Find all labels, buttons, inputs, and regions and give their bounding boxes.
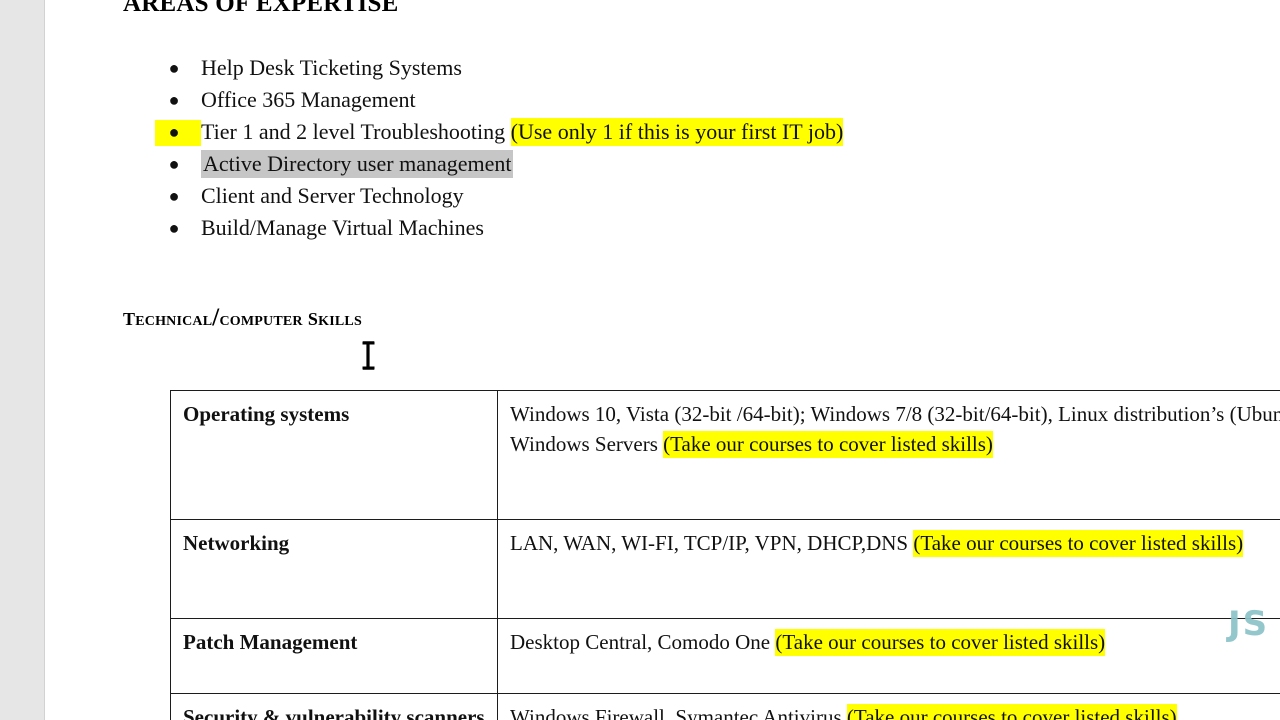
page-left-margin-strip (0, 0, 45, 720)
list-item-label: Office 365 Management (201, 87, 416, 112)
list-item-label: Help Desk Ticketing Systems (201, 55, 462, 80)
technical-computer-skills-heading: TECHNICAL/COMPUTER SKILLS (123, 304, 362, 332)
highlighted-annotation: (Take our courses to cover listed skills… (663, 431, 993, 458)
table-cell-value: Windows 10, Vista (32-bit /64-bit); Wind… (497, 390, 1280, 520)
highlighted-annotation: (Take our courses to cover listed skills… (846, 704, 1177, 720)
list-item-label: Client and Server Technology (201, 183, 464, 208)
cell-plain-text: Desktop Central, Comodo One (510, 630, 776, 654)
list-item[interactable]: ● Active Directory user management (45, 148, 1280, 180)
list-item-text: Tier 1 and 2 level Troubleshooting (201, 119, 511, 144)
table-cell-value: Windows Firewall, Symantec Antivirus (Ta… (497, 693, 1280, 720)
bullet-point-icon: ● (168, 58, 180, 78)
highlighted-annotation: (Take our courses to cover listed skills… (913, 530, 1244, 557)
selected-text-highlight: Active Directory user management (201, 150, 514, 178)
technical-skills-table[interactable]: Operating systems Windows 10, Vista (32-… (170, 390, 1280, 720)
bullet-point-icon: ● (168, 122, 180, 142)
bullet-point-icon: ● (168, 90, 180, 110)
list-item[interactable]: ● Office 365 Management (45, 84, 1280, 116)
heading-cap-s: S (307, 304, 319, 331)
i-beam-text-cursor-icon (362, 341, 375, 370)
table-cell-label: Networking (170, 519, 498, 619)
document-page: AREAS OF EXPERTISE ● Help Desk Ticketing… (0, 0, 1280, 720)
table-cell-label: Patch Management (170, 618, 498, 694)
table-cell-value: Desktop Central, Comodo One (Take our co… (497, 618, 1280, 694)
list-item[interactable]: ● Help Desk Ticketing Systems (45, 52, 1280, 84)
table-cell-label: Operating systems (170, 390, 498, 520)
list-item-label: Build/Manage Virtual Machines (201, 215, 484, 240)
table-cell-value: LAN, WAN, WI-FI, TCP/IP, VPN, DHCP,DNS (… (497, 519, 1280, 619)
document-surface[interactable]: AREAS OF EXPERTISE ● Help Desk Ticketing… (45, 0, 1280, 720)
highlighted-annotation: (Use only 1 if this is your first IT job… (510, 118, 844, 146)
list-item[interactable]: ● Client and Server Technology (45, 180, 1280, 212)
heading-echnical: ECHNICAL (135, 308, 213, 330)
heading-kills: KILLS (318, 308, 362, 330)
table-row[interactable]: Networking LAN, WAN, WI-FI, TCP/IP, VPN,… (170, 519, 1280, 619)
cell-plain-text: Windows Firewall, Symantec Antivirus (510, 705, 847, 720)
table-row[interactable]: Operating systems Windows 10, Vista (32-… (170, 390, 1280, 520)
list-item-label: Tier 1 and 2 level Troubleshooting (Use … (201, 116, 844, 148)
cell-plain-text: LAN, WAN, WI-FI, TCP/IP, VPN, DHCP,DNS (510, 531, 914, 555)
areas-of-expertise-heading: AREAS OF EXPERTISE (123, 0, 399, 17)
bullet-point-icon: ● (168, 186, 180, 206)
table-row[interactable]: Patch Management Desktop Central, Comodo… (170, 618, 1280, 694)
table-cell-label: Security & vulnerability scanners (170, 693, 498, 720)
table-row[interactable]: Security & vulnerability scanners Window… (170, 693, 1280, 720)
heading-computer: COMPUTER (219, 308, 303, 330)
bullet-point-icon: ● (168, 218, 180, 238)
list-item[interactable]: ● Tier 1 and 2 level Troubleshooting (Us… (45, 116, 1280, 148)
highlighted-annotation: (Take our courses to cover listed skills… (775, 629, 1106, 656)
list-item[interactable]: ● Build/Manage Virtual Machines (45, 212, 1280, 244)
bullet-point-icon: ● (168, 154, 180, 174)
list-item-label: Active Directory user management (201, 148, 514, 180)
heading-cap-t: T (123, 304, 136, 331)
areas-of-expertise-list: ● Help Desk Ticketing Systems ● Office 3… (45, 52, 1280, 244)
